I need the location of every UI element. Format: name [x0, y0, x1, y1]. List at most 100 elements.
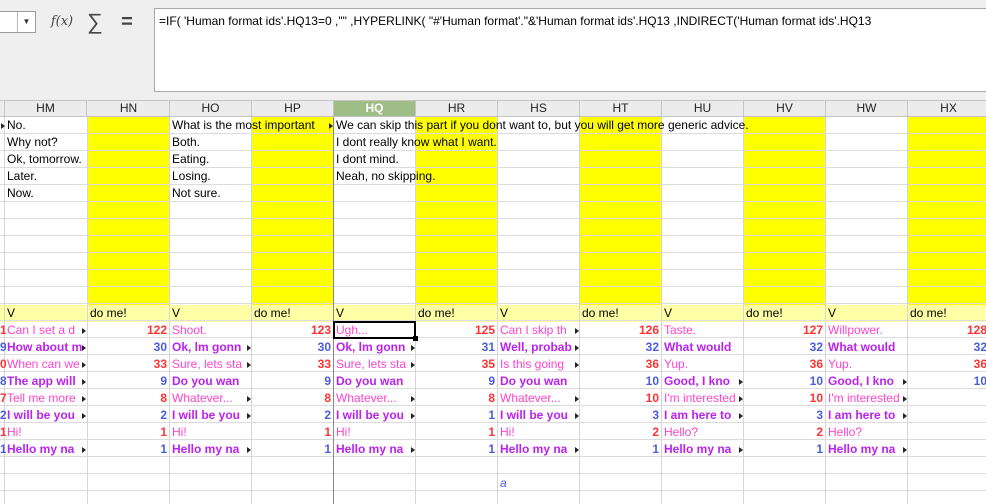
cell-number[interactable]: 36: [580, 356, 662, 373]
cell-do-me[interactable]: do me!: [252, 305, 334, 322]
cell-text[interactable]: Do you wan: [498, 373, 576, 390]
cell-number[interactable]: [908, 390, 986, 407]
cell-number[interactable]: 1: [744, 441, 826, 458]
column-header-hs[interactable]: HS: [498, 101, 580, 116]
cell-stray-text[interactable]: a: [498, 475, 518, 492]
cell-text[interactable]: Tell me more: [5, 390, 83, 407]
cell-number[interactable]: 30: [252, 339, 334, 356]
cell-text[interactable]: Ok, lm gonn: [170, 339, 248, 356]
cell-number[interactable]: 33: [252, 356, 334, 373]
spreadsheet-grid[interactable]: No. Why not? Ok, tomorrow. Later. Now. What i…: [0, 117, 986, 504]
cell-number[interactable]: 1: [252, 424, 334, 441]
cell-hm-text[interactable]: Later.: [5, 168, 89, 185]
cell-text[interactable]: I'm interested: [826, 390, 904, 407]
cell-number[interactable]: 1: [252, 441, 334, 458]
cell-number[interactable]: 10: [744, 373, 826, 390]
cell-number[interactable]: 35: [416, 356, 498, 373]
cell-text[interactable]: Hi!: [498, 424, 576, 441]
cell-hq-text[interactable]: We can skip this part if you dont want t…: [334, 117, 894, 134]
cell-text[interactable]: Whatever...: [498, 390, 576, 407]
cell-number[interactable]: 127: [744, 322, 826, 339]
cell-text[interactable]: Hello my na: [662, 441, 740, 458]
cell-text[interactable]: What would: [662, 339, 740, 356]
cell-v-marker[interactable]: V: [5, 305, 87, 322]
cell-hm-text[interactable]: Why not?: [5, 134, 89, 151]
cell-number[interactable]: 36: [908, 356, 986, 373]
cell-hq-text[interactable]: I dont mind.: [334, 151, 894, 168]
column-header-hu[interactable]: HU: [662, 101, 744, 116]
cell-number[interactable]: 8: [416, 390, 498, 407]
cell-hq-text[interactable]: I dont really know what I want.: [334, 134, 894, 151]
column-header-hv[interactable]: HV: [744, 101, 826, 116]
cell-number[interactable]: 3: [744, 407, 826, 424]
column-header-hp[interactable]: HP: [252, 101, 334, 116]
cell-number[interactable]: 31: [416, 339, 498, 356]
cell-number[interactable]: 8: [252, 390, 334, 407]
column-header-hx[interactable]: HX: [908, 101, 986, 116]
cell-do-me[interactable]: do me!: [416, 305, 498, 322]
cell-ho-text[interactable]: What is the most important: [170, 117, 334, 134]
cell-text[interactable]: Ok, lm gonn: [334, 339, 412, 356]
cell-text[interactable]: Hello my na: [498, 441, 576, 458]
cell-number[interactable]: 123: [252, 322, 334, 339]
cell-number[interactable]: 125: [416, 322, 498, 339]
cell-hm-text[interactable]: Ok, tomorrow.: [5, 151, 89, 168]
cell-text[interactable]: The app will: [5, 373, 83, 390]
cell-number[interactable]: 32: [580, 339, 662, 356]
cell-number[interactable]: [908, 424, 986, 441]
cell-text[interactable]: When can we: [5, 356, 83, 373]
cell-text[interactable]: Is this going: [498, 356, 576, 373]
cell-text[interactable]: Hello my na: [334, 441, 412, 458]
cell-v-marker[interactable]: V: [498, 305, 580, 322]
cell-number[interactable]: 1: [416, 424, 498, 441]
cell-number[interactable]: 2: [580, 424, 662, 441]
cell-text[interactable]: Hello?: [826, 424, 904, 441]
cell-number[interactable]: 10: [580, 390, 662, 407]
cell-number[interactable]: 30: [88, 339, 170, 356]
cell-text[interactable]: I will be you: [334, 407, 412, 424]
cell-number[interactable]: 128: [908, 322, 986, 339]
cell-text[interactable]: Can I set a d: [5, 322, 83, 339]
column-header-hw[interactable]: HW: [826, 101, 908, 116]
column-header-hn[interactable]: HN: [88, 101, 170, 116]
cell-text[interactable]: Hello?: [662, 424, 740, 441]
cell-text[interactable]: Well, probab: [498, 339, 576, 356]
function-wizard-icon[interactable]: f(x): [48, 10, 76, 34]
cell-number[interactable]: 33: [88, 356, 170, 373]
cell-text[interactable]: Whatever...: [334, 390, 412, 407]
cell-number[interactable]: 10: [908, 373, 986, 390]
cell-do-me[interactable]: do me!: [580, 305, 662, 322]
cell-text[interactable]: Good, I kno: [662, 373, 740, 390]
cell-text[interactable]: I am here to: [826, 407, 904, 424]
cell-text[interactable]: Yup.: [662, 356, 740, 373]
column-header-ht[interactable]: HT: [580, 101, 662, 116]
cell-number[interactable]: 2: [88, 407, 170, 424]
cell-ho-text[interactable]: Both.: [170, 134, 250, 151]
column-header-partial[interactable]: [0, 101, 5, 116]
cell-number[interactable]: 1: [416, 441, 498, 458]
cell-number[interactable]: 8: [88, 390, 170, 407]
cell-text[interactable]: I will be you: [5, 407, 83, 424]
cell-number[interactable]: 9: [416, 373, 498, 390]
cell-text[interactable]: Yup.: [826, 356, 904, 373]
cell-do-me[interactable]: do me!: [908, 305, 986, 322]
sum-icon[interactable]: ∑: [82, 10, 108, 34]
cell-text[interactable]: I am here to: [662, 407, 740, 424]
cell-hm-text[interactable]: Now.: [5, 185, 89, 202]
cell-v-marker[interactable]: V: [662, 305, 744, 322]
name-box[interactable]: ▼: [0, 11, 36, 33]
cell-cursor[interactable]: [333, 321, 418, 341]
cell-v-marker[interactable]: V: [170, 305, 252, 322]
column-header-hm[interactable]: HM: [5, 101, 87, 116]
cell-text[interactable]: Hello my na: [5, 441, 83, 458]
cell-hq-text[interactable]: Neah, no skipping.: [334, 168, 894, 185]
cell-text[interactable]: Taste.: [662, 322, 740, 339]
cell-number[interactable]: 10: [580, 373, 662, 390]
cell-number[interactable]: 9: [252, 373, 334, 390]
cell-do-me[interactable]: do me!: [744, 305, 826, 322]
cell-text[interactable]: What would: [826, 339, 904, 356]
cell-v-marker[interactable]: V: [826, 305, 908, 322]
cell-text[interactable]: Hi!: [334, 424, 412, 441]
cell-do-me[interactable]: do me!: [88, 305, 170, 322]
cell-text[interactable]: Good, I kno: [826, 373, 904, 390]
